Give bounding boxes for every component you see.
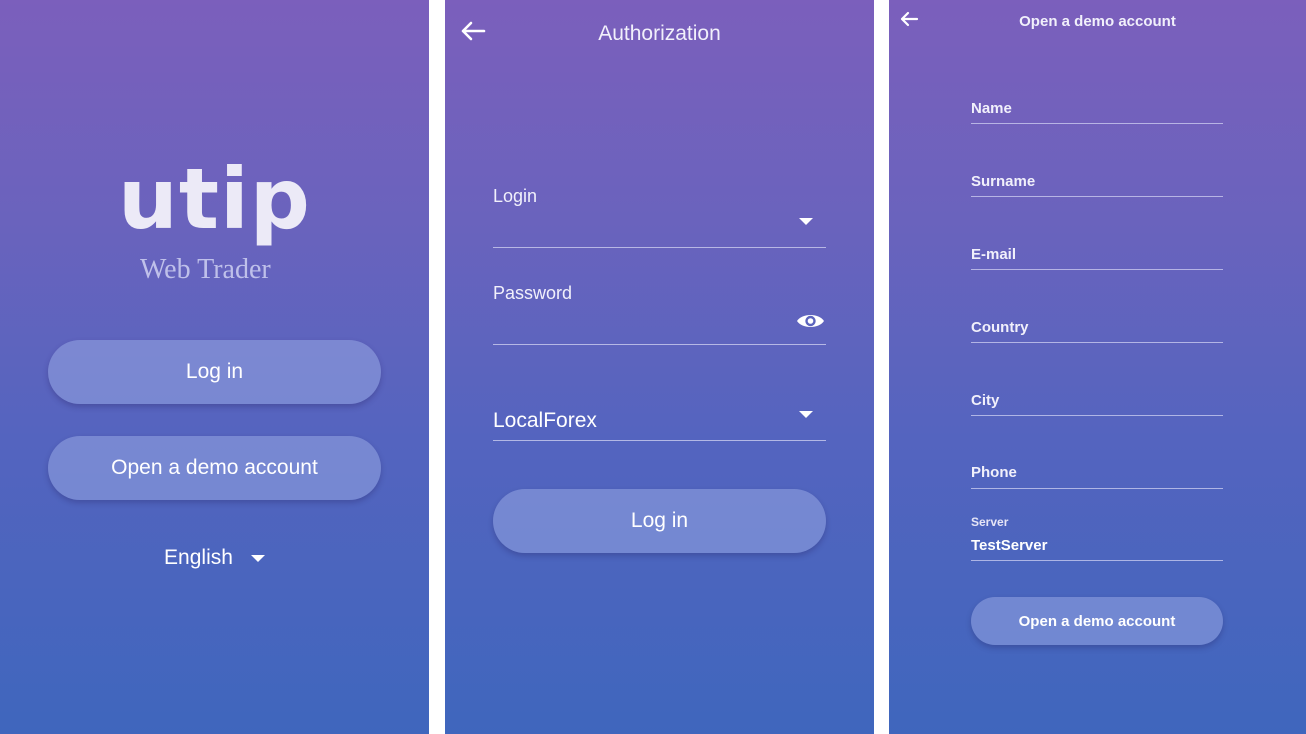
name-underline: [971, 123, 1223, 124]
login-label: Login: [493, 186, 538, 206]
login-underline: [493, 247, 826, 248]
authorization-screen: Authorization Login Password LocalForex …: [445, 0, 874, 734]
demo-account-screen: Open a demo account Name Surname E-mail …: [889, 0, 1306, 734]
language-select[interactable]: English: [0, 546, 429, 570]
country-label: Country: [971, 319, 1029, 336]
caret-down-icon[interactable]: [799, 218, 813, 225]
server-label: Server: [971, 515, 1009, 529]
utip-logo: utip: [118, 150, 311, 248]
password-label: Password: [493, 283, 573, 303]
name-label: Name: [971, 100, 1012, 117]
login-submit-button[interactable]: Log in: [493, 489, 826, 553]
email-underline: [971, 269, 1223, 270]
open-demo-account-button-label: Open a demo account: [111, 456, 318, 479]
start-screen: utip Web Trader Log in Open a demo accou…: [0, 0, 429, 734]
open-demo-account-submit-label: Open a demo account: [1018, 612, 1176, 630]
open-demo-account-submit-button[interactable]: Open a demo account: [971, 597, 1223, 645]
page-title: Authorization: [598, 22, 721, 45]
phone-label: Phone: [971, 464, 1017, 481]
surname-label: Surname: [971, 173, 1036, 190]
server-value: LocalForex: [493, 409, 597, 432]
city-label: City: [971, 392, 1000, 409]
password-underline: [493, 344, 826, 345]
page-title: Open a demo account: [1019, 13, 1176, 30]
language-value: English: [164, 546, 233, 569]
server-underline: [493, 440, 826, 441]
login-button-label: Log in: [185, 360, 244, 383]
surname-underline: [971, 196, 1223, 197]
server-underline: [971, 560, 1223, 561]
login-submit-label: Log in: [630, 509, 689, 532]
caret-down-icon: [250, 554, 265, 562]
caret-down-icon[interactable]: [799, 411, 813, 418]
eye-icon[interactable]: [795, 310, 826, 332]
open-demo-account-button[interactable]: Open a demo account: [48, 436, 381, 500]
city-underline: [971, 415, 1223, 416]
server-value: TestServer: [971, 537, 1048, 554]
tagline: Web Trader: [140, 254, 271, 285]
phone-underline: [971, 488, 1223, 489]
login-button[interactable]: Log in: [48, 340, 381, 404]
country-underline: [971, 342, 1223, 343]
email-label: E-mail: [971, 246, 1017, 263]
